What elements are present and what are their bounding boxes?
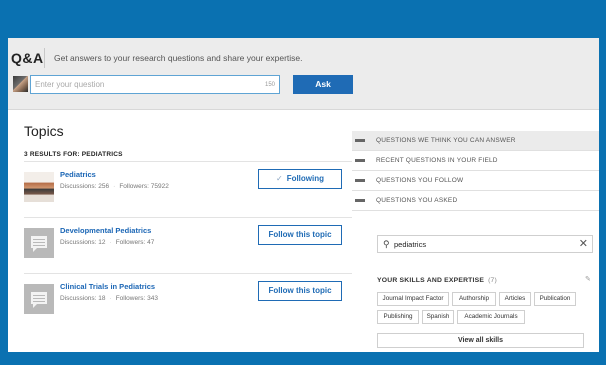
menu-item-asked[interactable]: QUESTIONS YOU ASKED [352,191,599,211]
user-avatar[interactable] [13,76,28,92]
ask-button[interactable]: Ask [293,75,353,94]
skill-tag[interactable]: Academic Journals [457,310,525,324]
close-icon[interactable]: ✕ [579,238,588,250]
topic-discussions: Discussions: 18 [60,295,106,302]
topic-search-input[interactable]: ⚲ pediatrics ✕ [377,235,593,253]
topic-discussions: Discussions: 256 [60,183,110,190]
edit-icon[interactable]: ✎ [585,275,591,283]
skill-tag[interactable]: Publication [534,292,576,306]
menu-item-label: QUESTIONS YOU ASKED [376,197,458,204]
topic-link[interactable]: Clinical Trials in Pediatrics [60,282,155,291]
main-content: Topics 3 RESULTS FOR: PEDIATRICS Pediatr… [8,111,599,352]
skill-tag[interactable]: Spanish [422,310,454,324]
topic-placeholder-icon[interactable] [24,284,54,314]
header-separator [44,48,45,68]
dash-icon [355,139,365,142]
dash-icon [355,179,365,182]
view-all-skills-button[interactable]: View all skills [377,333,584,348]
character-count: 150 [264,82,275,88]
qa-logo: Q&A [11,50,44,66]
topic-stats: Discussions: 18 · Followers: 343 [60,295,158,302]
check-icon: ✓ [275,174,283,183]
skill-tag[interactable]: Journal Impact Factor [377,292,449,306]
right-frame [599,38,606,352]
topic-row: Pediatrics Discussions: 256 · Followers: 7… [24,162,352,218]
separator-dot: · [109,239,112,246]
topic-link[interactable]: Pediatrics [60,170,96,179]
menu-item-label: QUESTIONS WE THINK YOU CAN ANSWER [376,137,516,144]
dash-icon [355,159,365,162]
left-frame [0,38,8,352]
follow-topic-button[interactable]: Follow this topic [258,281,342,301]
dash-icon [355,199,365,202]
topic-followers: Followers: 75922 [119,183,169,190]
menu-item-label: QUESTIONS YOU FOLLOW [376,177,464,184]
skills-title: YOUR SKILLS AND EXPERTISE [377,277,485,284]
menu-item-label: RECENT QUESTIONS IN YOUR FIELD [376,157,498,164]
skill-tag[interactable]: Authorship [452,292,496,306]
topic-followers: Followers: 343 [115,295,158,302]
menu-item-recent[interactable]: RECENT QUESTIONS IN YOUR FIELD [352,151,599,171]
skills-heading: YOUR SKILLS AND EXPERTISE (7) [377,277,497,284]
topic-image-pediatrics[interactable] [24,172,54,202]
qa-tagline: Get answers to your research questions a… [54,53,303,63]
following-button[interactable]: ✓ Following [258,169,342,189]
question-input[interactable]: Enter your question 150 [30,75,280,94]
search-icon: ⚲ [383,239,390,249]
following-label: Following [286,174,325,183]
question-filter-menu: QUESTIONS WE THINK YOU CAN ANSWER RECENT… [352,131,599,211]
menu-item-follow[interactable]: QUESTIONS YOU FOLLOW [352,171,599,191]
skills-count: (7) [488,277,498,284]
separator-dot: · [113,183,116,190]
bottom-frame [0,352,606,365]
skill-tag[interactable]: Articles [499,292,531,306]
separator-dot: · [109,295,112,302]
topic-stats: Discussions: 12 · Followers: 47 [60,239,154,246]
search-value: pediatrics [394,240,427,249]
skill-tag[interactable]: Publishing [377,310,419,324]
topic-link[interactable]: Developmental Pediatrics [60,226,151,235]
topic-stats: Discussions: 256 · Followers: 75922 [60,183,169,190]
topic-row: Developmental Pediatrics Discussions: 12… [24,218,352,274]
results-label: 3 RESULTS FOR: PEDIATRICS [24,151,123,158]
page-title: Topics [24,123,64,139]
topic-row: Clinical Trials in Pediatrics Discussion… [24,274,352,334]
qa-header: Q&A Get answers to your research questio… [8,38,599,110]
topic-followers: Followers: 47 [115,239,155,246]
menu-item-can-answer[interactable]: QUESTIONS WE THINK YOU CAN ANSWER [352,131,599,151]
topic-placeholder-icon[interactable] [24,228,54,258]
topic-discussions: Discussions: 12 [60,239,106,246]
question-placeholder: Enter your question [35,80,105,89]
follow-topic-button[interactable]: Follow this topic [258,225,342,245]
top-frame [0,0,606,38]
